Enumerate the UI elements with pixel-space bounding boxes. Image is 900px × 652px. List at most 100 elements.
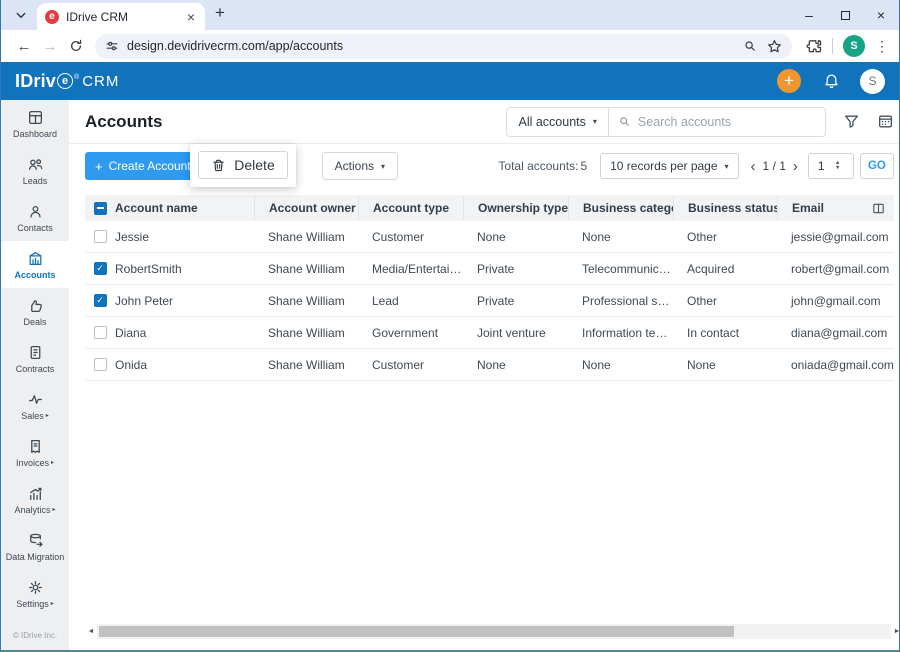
browser-profile-avatar[interactable]: S <box>843 35 865 57</box>
column-header-business-category[interactable]: Business category <box>568 195 673 221</box>
cell-business-category: Telecommunications <box>582 261 673 276</box>
prev-page-icon[interactable]: ‹ <box>751 159 756 174</box>
scrollbar-thumb[interactable] <box>99 626 735 637</box>
page-indicator: 1 / 1 <box>762 159 786 173</box>
accounts-icon <box>29 251 41 265</box>
analytics-icon <box>29 487 41 500</box>
extensions-icon[interactable] <box>806 38 822 54</box>
sidebar-item-contacts[interactable]: Contacts <box>1 194 69 241</box>
cell-ownership-type: Private <box>477 261 515 276</box>
row-checkbox[interactable] <box>93 326 107 339</box>
cell-ownership-type: None <box>477 357 506 372</box>
sidebar-item-data-migration[interactable]: Data Migration <box>1 523 69 570</box>
table-row[interactable]: ✓ RobertSmith Shane William Media/Entert… <box>85 253 894 285</box>
close-button[interactable]: × <box>863 1 899 29</box>
column-header-account-type[interactable]: Account type <box>358 195 463 221</box>
view-filter-label: All accounts <box>518 114 586 129</box>
column-header-account-name[interactable]: Account name <box>115 201 254 215</box>
sidebar-item-deals[interactable]: Deals <box>1 288 69 335</box>
reload-button[interactable] <box>63 33 89 59</box>
sidebar-item-analytics[interactable]: Analytics ▸ <box>1 476 69 523</box>
data-migration-icon <box>29 533 43 547</box>
sidebar-item-label: Contracts <box>15 363 55 374</box>
column-header-business-status[interactable]: Business status <box>673 195 777 221</box>
sidebar-item-settings[interactable]: Settings ▸ <box>1 570 69 617</box>
notifications-bell-icon[interactable] <box>823 73 840 90</box>
favicon-idrive-icon: e <box>45 9 59 24</box>
cell-email: robert@gmail.com <box>791 261 890 276</box>
browser-tab[interactable]: e IDrive CRM × <box>37 3 205 30</box>
sidebar-item-label: Settings <box>16 598 49 609</box>
row-checkbox[interactable]: ✓ <box>93 262 107 275</box>
page-number-stepper[interactable]: ▲ ▼ <box>835 160 840 171</box>
records-per-page-dropdown[interactable]: 10 records per page ▾ <box>600 153 739 179</box>
table-row[interactable]: ✓ John Peter Shane William Lead Private … <box>85 285 894 317</box>
sidebar-item-contracts[interactable]: Contracts <box>1 335 69 382</box>
address-bar[interactable]: design.devidrivecrm.com/app/accounts <box>95 33 792 59</box>
tab-search-icon[interactable] <box>9 3 33 27</box>
delete-menu-item[interactable]: Delete <box>198 151 288 179</box>
table-row[interactable]: Onida Shane William Customer None None N… <box>85 349 894 381</box>
scrollbar-track[interactable] <box>97 624 891 639</box>
page-number-input[interactable] <box>808 159 833 173</box>
manage-columns-icon[interactable] <box>871 201 886 216</box>
cell-account-type: Government <box>372 325 439 340</box>
stepper-down-icon[interactable]: ▼ <box>835 165 840 171</box>
forward-button[interactable]: → <box>37 33 63 59</box>
go-button[interactable]: GO <box>859 153 894 179</box>
chevron-down-icon: ▾ <box>592 117 597 126</box>
cell-account-owner: Shane William <box>268 325 345 340</box>
plus-icon: + <box>95 158 103 174</box>
accounts-table: Account name Account owner Account type … <box>85 195 894 381</box>
sidebar-item-dashboard[interactable]: Dashboard <box>1 100 69 147</box>
new-tab-button[interactable]: + <box>215 3 225 23</box>
sidebar-item-label: Accounts <box>14 269 56 280</box>
copyright-text: © IDrive Inc. <box>12 631 58 640</box>
scroll-right-icon[interactable]: ► <box>891 628 899 635</box>
account-view-dropdown[interactable]: All accounts ▾ <box>507 107 609 136</box>
calendar-view-icon[interactable] <box>877 113 894 130</box>
next-page-icon[interactable]: › <box>793 159 798 174</box>
cell-email: jessie@gmail.com <box>791 229 889 244</box>
row-checkbox[interactable] <box>93 230 107 243</box>
sidebar-nav: Dashboard Leads Contacts Accounts Deals … <box>1 100 69 650</box>
row-checkbox[interactable]: ✓ <box>93 294 107 307</box>
back-button[interactable]: ← <box>11 33 37 59</box>
bookmark-star-icon[interactable] <box>767 39 782 54</box>
deals-icon <box>30 299 42 312</box>
column-header-email[interactable]: Email <box>777 195 894 221</box>
sidebar-item-sales[interactable]: Sales ▸ <box>1 382 69 429</box>
search-input[interactable] <box>637 114 808 129</box>
create-account-dropdown-menu: Delete <box>190 144 296 187</box>
cell-account-owner: Shane William <box>268 229 345 244</box>
browser-menu-icon[interactable]: ⋮ <box>875 38 889 55</box>
search-box[interactable] <box>609 108 825 136</box>
maximize-button[interactable] <box>827 1 863 29</box>
horizontal-scrollbar[interactable]: ◄ ► <box>85 624 899 639</box>
leads-icon <box>28 158 42 170</box>
sidebar-item-invoices[interactable]: Invoices ▸ <box>1 429 69 476</box>
filter-funnel-icon[interactable] <box>843 113 860 130</box>
table-row[interactable]: Jessie Shane William Customer None None … <box>85 221 894 253</box>
site-info-icon[interactable] <box>105 39 119 53</box>
tab-close-icon[interactable]: × <box>185 9 197 25</box>
settings-gear-icon <box>28 580 42 594</box>
sidebar-item-accounts[interactable]: Accounts <box>1 241 69 288</box>
column-header-ownership-type[interactable]: Ownership type <box>463 195 568 221</box>
sidebar-item-leads[interactable]: Leads <box>1 147 69 194</box>
check-icon: ✓ <box>96 263 104 273</box>
page-header: Accounts All accounts ▾ <box>69 100 899 144</box>
quick-add-button[interactable]: + <box>777 69 801 93</box>
actions-button[interactable]: Actions ▾ <box>321 152 399 180</box>
scroll-left-icon[interactable]: ◄ <box>85 628 97 635</box>
dashboard-icon <box>28 110 42 124</box>
column-header-account-owner[interactable]: Account owner <box>254 195 358 221</box>
minimize-button[interactable]: – <box>791 1 827 29</box>
user-avatar[interactable]: S <box>860 68 885 94</box>
create-account-label: Create Account <box>108 159 191 173</box>
zoom-icon[interactable] <box>743 39 757 53</box>
cell-account-name: John Peter <box>115 293 174 308</box>
row-checkbox[interactable] <box>93 358 107 371</box>
table-row[interactable]: Diana Shane William Government Joint ven… <box>85 317 894 349</box>
select-all-checkbox[interactable] <box>93 201 107 215</box>
